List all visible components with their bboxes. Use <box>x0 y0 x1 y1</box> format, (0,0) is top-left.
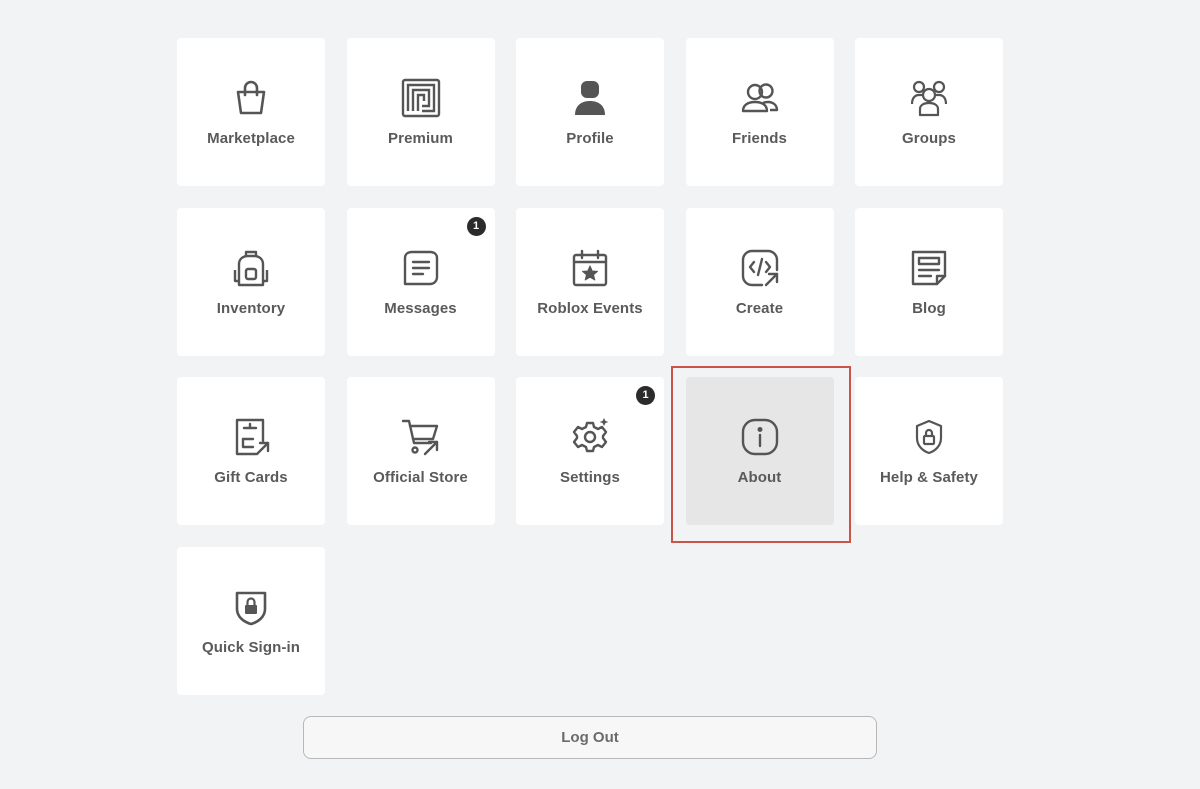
info-icon <box>740 417 780 457</box>
tile-official-store[interactable]: Official Store <box>346 377 495 525</box>
groups-icon <box>909 78 949 118</box>
tile-create[interactable]: Create <box>685 207 834 356</box>
tile-label: Profile <box>566 130 614 147</box>
tile-blog[interactable]: Blog <box>855 207 1003 356</box>
tile-label: Marketplace <box>207 130 295 147</box>
friends-icon <box>740 78 780 118</box>
tile-label: Quick Sign-in <box>202 638 300 656</box>
backpack-icon <box>231 248 271 288</box>
message-icon <box>401 248 441 288</box>
cart-icon <box>401 417 441 457</box>
code-icon <box>740 248 780 288</box>
tile-label: Messages <box>384 299 457 317</box>
tile-groups[interactable]: Groups <box>855 38 1003 186</box>
calendar-star-icon <box>570 248 610 288</box>
shopping-bag-icon <box>231 78 271 118</box>
tile-label: Roblox Events <box>537 299 643 317</box>
menu-page: Marketplace Premium Profile Friends Grou… <box>0 0 1200 789</box>
log-out-button[interactable]: Log Out <box>303 716 877 759</box>
tile-inventory[interactable]: Inventory <box>177 207 325 356</box>
tile-label: Blog <box>912 299 946 317</box>
tile-label: Premium <box>388 130 453 147</box>
tile-label: Friends <box>732 130 787 147</box>
tile-about[interactable]: About <box>685 377 834 525</box>
tile-label: Gift Cards <box>214 469 288 486</box>
tile-label: Settings <box>560 469 620 486</box>
tile-gift-cards[interactable]: Gift Cards <box>177 377 325 525</box>
tile-settings[interactable]: Settings 1 <box>516 377 664 525</box>
profile-icon <box>570 78 610 118</box>
tile-premium[interactable]: Premium <box>346 38 495 186</box>
tile-label: About <box>737 469 782 486</box>
tile-help-safety[interactable]: Help & Safety <box>855 377 1003 525</box>
premium-icon <box>401 78 441 118</box>
tile-label: Groups <box>902 130 956 147</box>
tile-friends[interactable]: Friends <box>685 38 834 186</box>
tile-messages[interactable]: Messages 1 <box>346 207 495 356</box>
quick-signin-shield-icon <box>231 587 271 627</box>
tile-quick-sign-in[interactable]: Quick Sign-in <box>177 546 325 695</box>
notification-badge: 1 <box>636 386 655 405</box>
shield-lock-icon <box>909 417 949 457</box>
blog-icon <box>909 248 949 288</box>
menu-grid: Marketplace Premium Profile Friends Grou… <box>177 38 1003 695</box>
tile-marketplace[interactable]: Marketplace <box>177 38 325 186</box>
tile-roblox-events[interactable]: Roblox Events <box>516 207 664 356</box>
notification-badge: 1 <box>466 216 486 236</box>
tile-label: Help & Safety <box>880 469 978 486</box>
gift-card-icon <box>231 417 271 457</box>
tile-label: Official Store <box>373 469 468 486</box>
tile-profile[interactable]: Profile <box>516 38 664 186</box>
gear-icon <box>570 417 610 457</box>
tile-label: Create <box>735 299 784 317</box>
tile-label: Inventory <box>216 299 286 317</box>
